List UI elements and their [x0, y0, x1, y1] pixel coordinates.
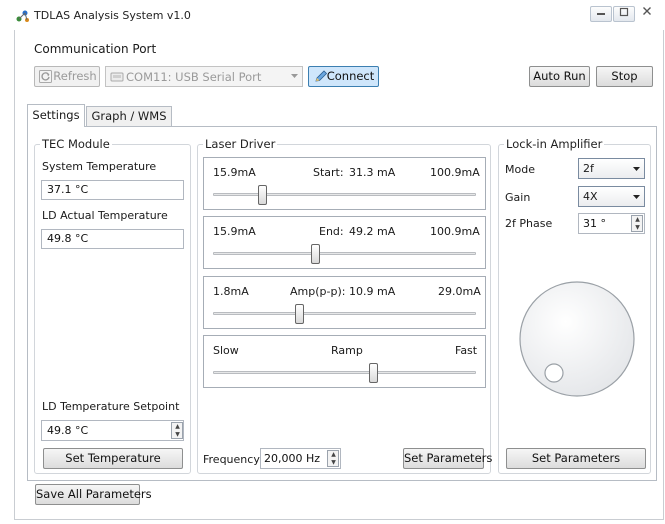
- window-controls: [590, 6, 660, 24]
- slider-track[interactable]: [213, 193, 476, 196]
- spin-up-icon[interactable]: ▲: [173, 423, 182, 430]
- knob-indicator[interactable]: [544, 363, 564, 383]
- comm-port-label: Communication Port: [34, 42, 157, 56]
- connect-button[interactable]: Connect: [308, 66, 379, 87]
- lockin-amplifier-label: Lock-in Amplifier: [504, 137, 605, 151]
- set-temperature-button[interactable]: Set Temperature: [43, 448, 183, 469]
- slider-max-label: 100.9mA: [430, 166, 480, 179]
- port-combobox[interactable]: COM11: USB Serial Port: [105, 66, 303, 87]
- chevron-down-icon: [633, 195, 640, 199]
- laser-set-parameters-button[interactable]: Set Parameters: [403, 448, 492, 469]
- slider-value: 10.9 mA: [349, 285, 396, 298]
- slider-thumb[interactable]: [311, 244, 321, 264]
- system-temp-label: System Temperature: [42, 160, 157, 173]
- slider-track[interactable]: [213, 312, 476, 315]
- end-current-slider[interactable]: 15.9mA End: 49.2 mA 100.9mA: [203, 216, 486, 269]
- refresh-button[interactable]: Refresh: [34, 66, 100, 87]
- refresh-label: Refresh: [53, 69, 97, 83]
- ld-actual-temp-label: LD Actual Temperature: [42, 209, 168, 222]
- frequency-label: Frequency: [203, 453, 260, 466]
- slider-thumb[interactable]: [258, 185, 268, 205]
- tab-graph-wms[interactable]: Graph / WMS: [86, 106, 172, 126]
- auto-run-button[interactable]: Auto Run: [529, 66, 590, 87]
- maximize-icon: [619, 7, 629, 17]
- spin-down-icon[interactable]: ▼: [633, 224, 642, 231]
- stop-button[interactable]: Stop: [596, 66, 653, 87]
- lockin-set-parameters-button[interactable]: Set Parameters: [506, 448, 646, 469]
- tec-module-label: TEC Module: [40, 137, 112, 151]
- ld-setpoint-field[interactable]: 49.8 °C: [41, 420, 184, 441]
- spin-up-icon[interactable]: ▲: [329, 451, 338, 458]
- ld-setpoint-label: LD Temperature Setpoint: [42, 400, 180, 413]
- start-current-slider[interactable]: 15.9mA Start: 31.3 mA 100.9mA: [203, 157, 486, 210]
- slider-max-label: Fast: [455, 344, 478, 357]
- spin-down-icon[interactable]: ▼: [173, 431, 182, 438]
- minimize-button[interactable]: [590, 6, 612, 22]
- slider-min-label: 1.8mA: [213, 285, 249, 298]
- slider-max-label: 29.0mA: [438, 285, 481, 298]
- ld-setpoint-value: 49.8 °C: [47, 424, 89, 437]
- system-temp-field[interactable]: 37.1 °C: [41, 180, 184, 200]
- gain-label: Gain: [505, 191, 531, 204]
- spin-up-icon[interactable]: ▲: [633, 216, 642, 223]
- title-bar: TDLAS Analysis System v1.0: [0, 0, 665, 30]
- slider-min-label: 15.9mA: [213, 166, 256, 179]
- phase-knob[interactable]: [514, 276, 640, 402]
- slider-min-label: Slow: [213, 344, 239, 357]
- gain-combobox[interactable]: 4X: [578, 186, 645, 207]
- port-value: COM11: USB Serial Port: [126, 70, 262, 84]
- slider-value: 31.3 mA: [349, 166, 396, 179]
- phase-value: 31 °: [583, 217, 606, 230]
- slider-max-label: 100.9mA: [430, 225, 480, 238]
- phase-spinner[interactable]: ▲ ▼: [631, 215, 643, 232]
- slider-caption: End:: [319, 225, 344, 238]
- chevron-down-icon: [291, 74, 298, 78]
- minimize-icon: [597, 13, 605, 15]
- spin-down-icon[interactable]: ▼: [329, 459, 338, 466]
- gain-value: 4X: [583, 190, 598, 203]
- setpoint-spinner[interactable]: ▲ ▼: [171, 422, 183, 439]
- slider-min-label: 15.9mA: [213, 225, 256, 238]
- ld-actual-temp-field[interactable]: 49.8 °C: [41, 229, 184, 249]
- slider-thumb[interactable]: [368, 363, 378, 383]
- mode-label: Mode: [505, 163, 535, 176]
- frequency-spinner[interactable]: ▲ ▼: [327, 450, 339, 467]
- phase-label: 2f Phase: [505, 217, 553, 230]
- amplitude-slider[interactable]: 1.8mA Amp(p-p): 10.9 mA 29.0mA: [203, 276, 486, 329]
- mode-value: 2f: [583, 162, 594, 175]
- tab-settings[interactable]: Settings: [27, 104, 85, 127]
- ramp-speed-slider[interactable]: Slow Ramp Fast: [203, 335, 486, 388]
- connect-label: Connect: [326, 69, 375, 83]
- slider-value: 49.2 mA: [349, 225, 396, 238]
- slider-track[interactable]: [213, 252, 476, 255]
- chevron-down-icon: [633, 167, 640, 171]
- slider-caption: Start:: [313, 166, 344, 179]
- pencil-icon: [315, 70, 328, 82]
- slider-track[interactable]: [213, 371, 476, 374]
- maximize-button[interactable]: [613, 6, 635, 22]
- window-title: TDLAS Analysis System v1.0: [34, 9, 191, 22]
- slider-thumb[interactable]: [295, 304, 305, 324]
- serial-port-icon: [110, 72, 124, 82]
- frequency-value: 20,000 Hz: [264, 452, 321, 465]
- slider-caption: Ramp: [331, 344, 363, 357]
- laser-driver-label: Laser Driver: [203, 137, 278, 151]
- app-icon: [16, 10, 29, 22]
- save-all-parameters-button[interactable]: Save All Parameters: [35, 484, 152, 505]
- close-button[interactable]: [636, 6, 658, 22]
- refresh-icon: [39, 70, 52, 83]
- mode-combobox[interactable]: 2f: [578, 158, 645, 179]
- close-icon: [643, 7, 651, 15]
- slider-caption: Amp(p-p):: [290, 285, 346, 298]
